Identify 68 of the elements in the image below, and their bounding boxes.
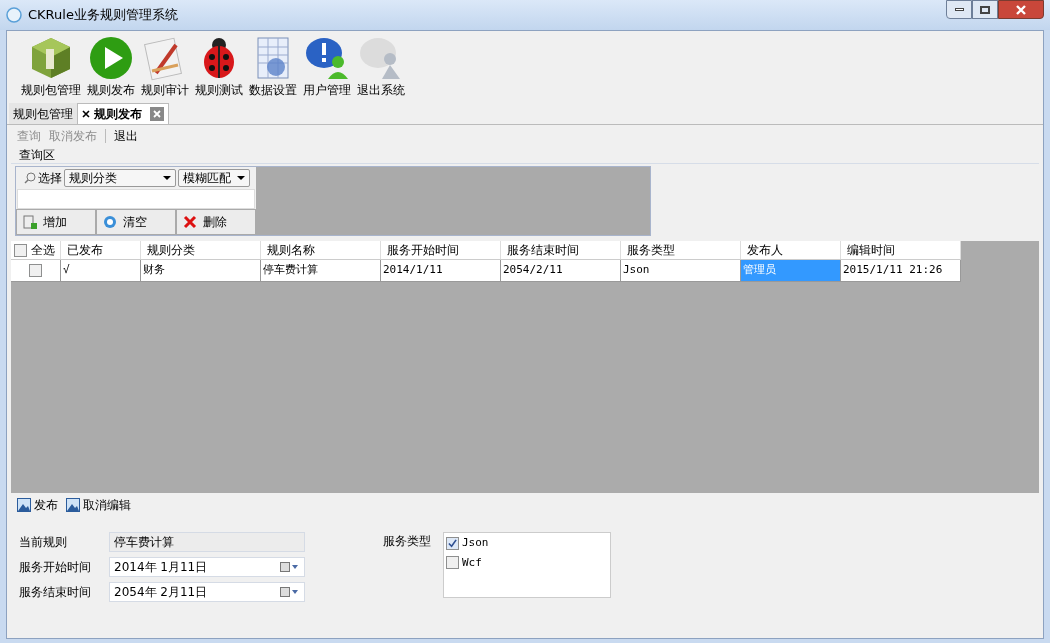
current-rule-field: 停车费计算: [109, 532, 305, 552]
column-header[interactable]: 服务开始时间: [381, 241, 501, 259]
option-label: Wcf: [462, 554, 482, 571]
table-cell: 2015/1/11 21:26: [841, 260, 961, 281]
app-logo-icon: [6, 7, 22, 23]
delete-x-icon: [183, 215, 197, 229]
field-label: 当前规则: [19, 534, 68, 551]
field-label: 服务类型: [383, 533, 431, 550]
action-button[interactable]: 删除: [176, 209, 256, 235]
column-header[interactable]: 规则名称: [261, 241, 381, 259]
close-icon: [1016, 4, 1026, 15]
minimize-button[interactable]: [946, 0, 972, 19]
toolbar-button[interactable]: 规则发布: [85, 35, 137, 99]
close-icon[interactable]: [82, 110, 90, 118]
action-button[interactable]: 清空: [96, 209, 176, 235]
toolbar-button[interactable]: 规则包管理: [19, 35, 83, 99]
toolbar-button[interactable]: 数据设置: [247, 35, 299, 99]
action-button[interactable]: 增加: [16, 209, 96, 235]
search-field[interactable]: [17, 189, 255, 209]
category-dropdown[interactable]: 规则分类: [64, 169, 176, 187]
checkbox[interactable]: [29, 264, 42, 277]
maximize-button[interactable]: [972, 0, 998, 19]
table-cell: 停车费计算: [261, 260, 381, 281]
picture-icon: [17, 498, 31, 512]
tab[interactable]: 规则发布: [77, 103, 169, 124]
toolbar-button[interactable]: 规则测试: [193, 35, 245, 99]
checkbox[interactable]: [446, 536, 459, 550]
table-cell: √: [61, 260, 141, 281]
select-label: 选择: [38, 170, 62, 187]
calendar-icon: [280, 587, 300, 597]
table-cell: 管理员: [741, 260, 841, 281]
column-header[interactable]: 已发布: [61, 241, 141, 259]
column-header[interactable]: 服务类型: [621, 241, 741, 259]
toolbar-button[interactable]: 退出系统: [355, 35, 407, 99]
toolbar-button[interactable]: 发布: [17, 496, 58, 514]
column-header[interactable]: 服务结束时间: [501, 241, 621, 259]
picture-icon: [66, 498, 80, 512]
search-icon: [24, 172, 36, 184]
date-picker[interactable]: 2054年 2月11日: [109, 582, 305, 602]
match-dropdown[interactable]: 模糊匹配: [178, 169, 250, 187]
table-cell: 2014/1/11: [381, 260, 501, 281]
dropdown-arrow-icon: [163, 176, 171, 180]
toolbar-button[interactable]: 退出: [114, 127, 138, 145]
tab[interactable]: 规则包管理: [9, 103, 77, 124]
column-header[interactable]: 全选: [11, 241, 61, 259]
group-title: 查询区: [11, 147, 1039, 164]
field-label: 服务开始时间: [19, 559, 92, 576]
dropdown-arrow-icon: [237, 176, 245, 180]
option-label: Json: [462, 535, 489, 551]
calendar-icon: [280, 562, 300, 572]
table-cell: Json: [621, 260, 741, 281]
column-header[interactable]: 规则分类: [141, 241, 261, 259]
user-speech-bubble-icon: [304, 35, 350, 81]
checkbox[interactable]: [14, 243, 27, 257]
window-title: CKRule业务规则管理系统: [28, 6, 179, 25]
checkbox[interactable]: [446, 556, 459, 570]
play-icon: [88, 35, 134, 81]
close-button[interactable]: [998, 0, 1044, 19]
toolbar-button[interactable]: 用户管理: [301, 35, 353, 99]
column-header[interactable]: 编辑时间: [841, 241, 961, 259]
document-add-icon: [23, 215, 37, 229]
column-header[interactable]: 发布人: [741, 241, 841, 259]
date-picker[interactable]: 2014年 1月11日: [109, 557, 305, 577]
toolbar-button[interactable]: 规则审计: [139, 35, 191, 99]
table-cell: 2054/2/11: [501, 260, 621, 281]
field-label: 服务结束时间: [19, 584, 92, 601]
table-cell: 财务: [141, 260, 261, 281]
toolbar-button[interactable]: 取消编辑: [66, 496, 131, 514]
